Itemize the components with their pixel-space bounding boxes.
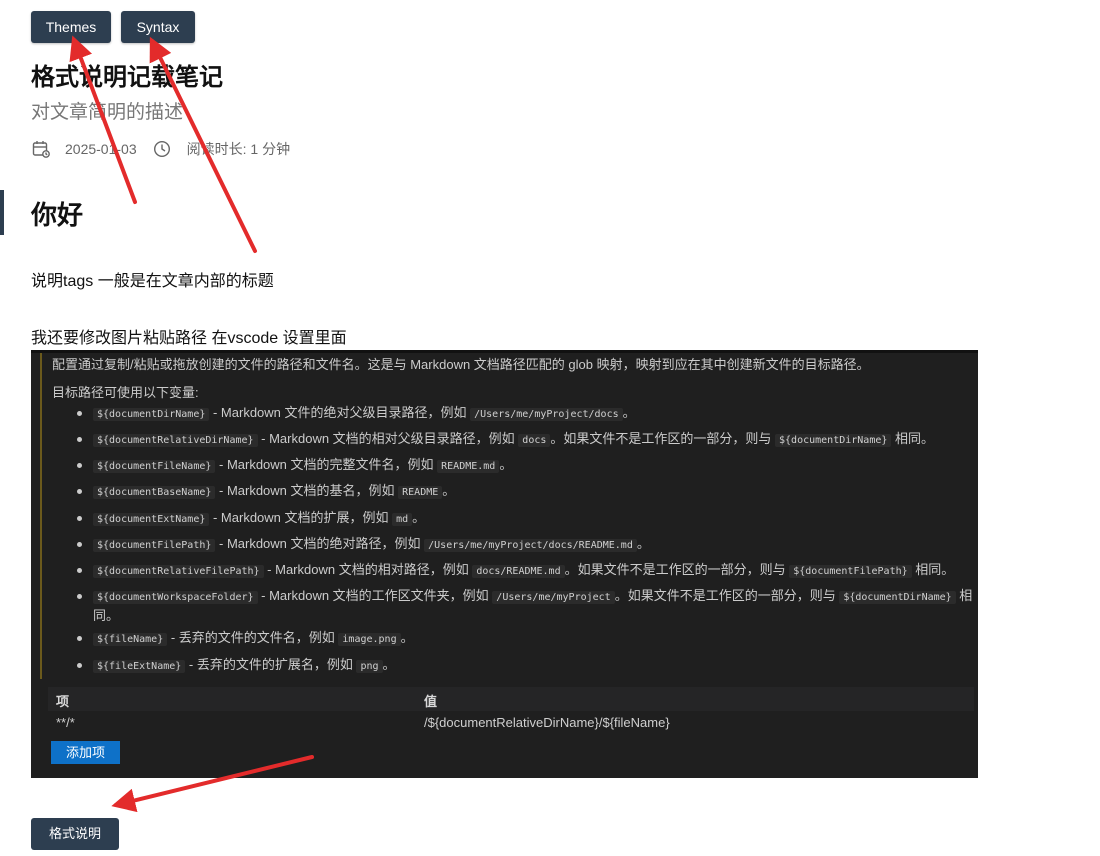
variable-item: ${documentRelativeFilePath} - Markdown 文… [75, 561, 973, 581]
variable-name: ${documentFilePath} [93, 539, 216, 552]
variable-item: ${fileName} - 丢弃的文件的文件名，例如 image.png。 [75, 629, 973, 649]
variable-text: 。 [400, 630, 414, 645]
variable-text: - 丢弃的文件的文件名，例如 [167, 630, 339, 645]
variable-text: - Markdown 文档的相对父级目录路径，例如 [257, 431, 519, 446]
variable-reference: ${documentFilePath} [789, 565, 912, 578]
setting-modified-indicator [40, 353, 42, 679]
variable-text: 。 [382, 657, 396, 672]
variable-text: - Markdown 文档的完整文件名，例如 [215, 457, 438, 472]
add-item-button[interactable]: 添加项 [51, 741, 120, 764]
variable-example: README.md [437, 460, 500, 473]
variable-example: image.png [338, 633, 401, 646]
variable-text: - Markdown 文档的扩展，例如 [209, 510, 393, 525]
variable-text: 。如果文件不是工作区的一部分，则与 [550, 431, 776, 446]
content-paragraph-paste-path: 我还要修改图片粘贴路径 在vscode 设置里面 [31, 330, 347, 347]
variable-name: ${documentBaseName} [93, 486, 216, 499]
variable-example: /Users/me/myProject/docs [470, 408, 623, 421]
variables-label: 目标路径可使用以下变量: [52, 385, 199, 400]
variable-text: 。 [636, 536, 650, 551]
reading-time: 阅读时长: 1 分钟 [186, 141, 291, 157]
page-title: 格式说明记载笔记 [31, 64, 223, 91]
variable-text: 相同。 [911, 562, 955, 577]
variable-item: ${documentDirName} - Markdown 文件的绝对父级目录路… [75, 404, 973, 424]
format-tag-button[interactable]: 格式说明 [31, 818, 119, 850]
post-meta: 2025-01-03 阅读时长: 1 分钟 [31, 139, 290, 159]
variable-name: ${documentDirName} [93, 408, 210, 421]
calendar-icon [31, 139, 51, 159]
variable-text: - 丢弃的文件的扩展名，例如 [185, 657, 357, 672]
variable-text: 。 [442, 483, 456, 498]
content-heading: 你好 [31, 200, 84, 230]
page-description: 对文章简明的描述 [31, 102, 184, 123]
themes-tag-button[interactable]: Themes [31, 11, 111, 43]
variable-example: png [356, 660, 383, 673]
variable-text: - Markdown 文档的基名，例如 [215, 483, 399, 498]
variable-name: ${fileExtName} [93, 660, 186, 673]
vscode-settings-screenshot: 配置通过复制/粘贴或拖放创建的文件的路径和文件名。这是与 Markdown 文档… [31, 350, 978, 778]
setting-description: 配置通过复制/粘贴或拖放创建的文件的路径和文件名。这是与 Markdown 文档… [52, 357, 870, 372]
variable-text: - Markdown 文档的相对路径，例如 [263, 562, 473, 577]
table-header-value: 值 [424, 694, 438, 709]
variable-text: 。 [622, 405, 636, 420]
table-cell-key: **/* [56, 715, 75, 730]
variable-example: md [392, 513, 413, 526]
table-row[interactable]: **/* /${documentRelativeDirName}/${fileN… [48, 711, 974, 735]
variable-name: ${documentFileName} [93, 460, 216, 473]
variable-name: ${documentWorkspaceFolder} [93, 591, 258, 604]
variable-example: docs [518, 434, 551, 447]
variable-text: 。 [412, 510, 426, 525]
screenshot-top-edge [31, 350, 978, 353]
table-cell-value: /${documentRelativeDirName}/${fileName} [424, 715, 670, 730]
heading-accent-bar [0, 190, 4, 235]
variable-item: ${documentWorkspaceFolder} - Markdown 文档… [75, 587, 973, 625]
variable-item: ${fileExtName} - 丢弃的文件的扩展名，例如 png。 [75, 656, 973, 676]
variable-name: ${fileName} [93, 633, 168, 646]
variable-name: ${documentExtName} [93, 513, 210, 526]
variable-item: ${documentFilePath} - Markdown 文档的绝对路径，例… [75, 535, 973, 555]
variable-example: docs/README.md [472, 565, 565, 578]
variable-item: ${documentFileName} - Markdown 文档的完整文件名，… [75, 456, 973, 476]
variable-example: README [398, 486, 443, 499]
content-paragraph-tags: 说明tags 一般是在文章内部的标题 [31, 273, 274, 290]
variable-text: - Markdown 文档的绝对路径，例如 [215, 536, 425, 551]
variable-example: /Users/me/myProject/docs/README.md [424, 539, 637, 552]
post-date: 2025-01-03 [65, 141, 137, 157]
variable-text: - Markdown 文件的绝对父级目录路径，例如 [209, 405, 471, 420]
variable-text: 相同。 [891, 431, 935, 446]
variable-text: - Markdown 文档的工作区文件夹，例如 [257, 588, 493, 603]
variable-text: 。如果文件不是工作区的一部分，则与 [564, 562, 790, 577]
variable-reference: ${documentDirName} [839, 591, 956, 604]
variable-item: ${documentExtName} - Markdown 文档的扩展，例如 m… [75, 509, 973, 529]
clock-icon [153, 140, 171, 158]
variable-name: ${documentRelativeDirName} [93, 434, 258, 447]
variable-item: ${documentBaseName} - Markdown 文档的基名，例如 … [75, 482, 973, 502]
table-header-key: 项 [56, 694, 70, 709]
table-header: 项 值 [48, 687, 974, 711]
variable-reference: ${documentDirName} [775, 434, 892, 447]
variable-text: 。 [499, 457, 513, 472]
variable-example: /Users/me/myProject [492, 591, 615, 604]
variable-name: ${documentRelativeFilePath} [93, 565, 264, 578]
variable-text: 。如果文件不是工作区的一部分，则与 [614, 588, 840, 603]
syntax-tag-button[interactable]: Syntax [121, 11, 195, 43]
variable-item: ${documentRelativeDirName} - Markdown 文档… [75, 430, 973, 450]
